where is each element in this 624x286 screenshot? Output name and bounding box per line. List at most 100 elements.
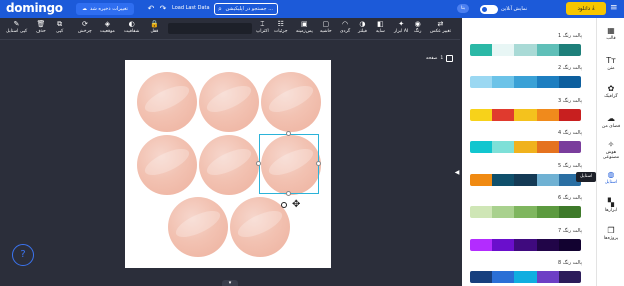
sidebar-item-projects[interactable]: ❐ پروژه‌ها — [597, 226, 624, 241]
palette-swatch[interactable] — [558, 141, 581, 153]
toolbar-item-filter[interactable]: ◑ فیلتر — [358, 19, 367, 39]
toggle-switch[interactable] — [480, 4, 498, 14]
design-page[interactable]: ✥ — [125, 60, 331, 268]
watercolor-circle-image[interactable] — [137, 72, 197, 132]
collapse-panel-icon[interactable]: ◀ — [452, 160, 462, 186]
toolbar-item-details[interactable]: ☷ جزئیات — [274, 19, 287, 39]
palette-4[interactable] — [470, 141, 581, 153]
palette-5[interactable] — [470, 174, 581, 186]
load-last-data-button[interactable]: Load Last Data — [172, 5, 210, 11]
toolbar-item-position[interactable]: ◈ موقعیت — [100, 19, 115, 39]
redo-icon[interactable]: ↷ — [158, 4, 168, 14]
palette-swatch[interactable] — [470, 76, 493, 88]
resize-handle-bottom[interactable] — [286, 191, 291, 196]
sidebar-item-style[interactable]: ◍ استایل — [597, 170, 624, 185]
palette-6[interactable] — [470, 206, 581, 218]
palette-swatch[interactable] — [514, 76, 537, 88]
palette-swatch[interactable] — [492, 76, 515, 88]
watercolor-circle-image[interactable] — [168, 197, 228, 257]
palette-swatch[interactable] — [558, 44, 581, 56]
palette-swatch[interactable] — [536, 109, 559, 121]
canvas-workspace[interactable]: صفحه 1 ✥ — [0, 40, 460, 286]
sidebar-item-graphics[interactable]: ✿ گرافیک — [597, 84, 624, 99]
watercolor-circle-image[interactable] — [261, 72, 321, 132]
toolbar-item-color[interactable]: ◉ رنگ — [414, 19, 421, 39]
toolbar-item-radius[interactable]: ◠ گردی — [340, 19, 350, 39]
palette-swatch[interactable] — [470, 109, 493, 121]
palette-swatch[interactable] — [558, 76, 581, 88]
palette-swatch[interactable] — [514, 44, 537, 56]
palette-swatch[interactable] — [536, 271, 559, 283]
palette-swatch[interactable] — [558, 239, 581, 251]
toolbar-item-ai-tools[interactable]: ✦ ابزار AI — [394, 19, 408, 39]
resize-handle-left[interactable] — [256, 161, 261, 166]
toolbar-item-copy[interactable]: ⧉ کپی — [56, 19, 63, 39]
palette-swatch[interactable] — [536, 206, 559, 218]
toolbar-item-crop[interactable]: ⌶ اکتراپ — [256, 19, 269, 39]
resize-handle-right[interactable] — [316, 161, 321, 166]
palette-swatch[interactable] — [514, 271, 537, 283]
sidebar-item-ai[interactable]: ✧ هوش مصنوعی — [597, 140, 624, 160]
search-input[interactable]: ⌕ جستجو در اپلیکیشن ... — [214, 3, 278, 15]
coordinate-field[interactable] — [168, 23, 252, 34]
toolbar-item-delete[interactable]: 🗑 حذف — [36, 19, 46, 39]
palette-swatch[interactable] — [470, 206, 493, 218]
watercolor-circle-image[interactable] — [199, 135, 259, 195]
palette-swatch[interactable] — [492, 141, 515, 153]
palette-swatch[interactable] — [558, 271, 581, 283]
palette-swatch[interactable] — [470, 271, 493, 283]
sidebar-item-my-space[interactable]: ☁ فضای من — [597, 114, 624, 129]
menu-icon[interactable]: ≡ — [610, 3, 618, 14]
toolbar-item-change-image[interactable]: ⇄ تغییر عکس — [430, 19, 451, 39]
help-icon[interactable]: ? — [12, 244, 34, 266]
palette-swatch[interactable] — [514, 141, 537, 153]
palette-swatch[interactable] — [492, 239, 515, 251]
palette-swatch[interactable] — [514, 206, 537, 218]
save-status-button[interactable]: ☁ تغییرات ذخیره شد — [76, 3, 134, 15]
page-options-icon[interactable] — [446, 55, 454, 62]
palette-swatch[interactable] — [536, 76, 559, 88]
palette-swatch[interactable] — [492, 174, 515, 186]
palette-swatch[interactable] — [492, 206, 515, 218]
rotate-handle-icon[interactable] — [281, 202, 287, 208]
sidebar-item-tools[interactable]: ▚ ابزارها — [597, 198, 624, 213]
download-button[interactable]: دانلود ⤓ — [566, 2, 606, 15]
palette-swatch[interactable] — [470, 44, 493, 56]
palette-swatch[interactable] — [470, 141, 493, 153]
watercolor-circle-image[interactable] — [199, 72, 259, 132]
palette-3[interactable] — [470, 109, 581, 121]
palette-swatch[interactable] — [558, 206, 581, 218]
toolbar-item-rotate[interactable]: ⟳ چرخش — [78, 19, 92, 39]
palette-swatch[interactable] — [558, 109, 581, 121]
pages-drawer-handle-icon[interactable]: ▾ — [222, 280, 238, 286]
toolbar-item-border[interactable]: ▢ حاشیه — [320, 19, 332, 39]
sidebar-item-templates[interactable]: ▦ قالب — [597, 26, 624, 41]
palette-swatch[interactable] — [536, 239, 559, 251]
toolbar-item-lock[interactable]: 🔒 قفل — [150, 19, 159, 39]
palette-swatch[interactable] — [492, 271, 515, 283]
toolbar-item-copy-style[interactable]: ✎ کپی استایل — [6, 19, 27, 39]
palette-swatch[interactable] — [492, 44, 515, 56]
palette-7[interactable] — [470, 239, 581, 251]
online-preview-toggle[interactable]: نمایش آنلاین — [480, 3, 527, 15]
toolbar-item-background[interactable]: ▣ پس‌زمینه — [296, 19, 313, 39]
palette-swatch[interactable] — [514, 109, 537, 121]
toolbar-item-opacity[interactable]: ◐ شفافیت — [124, 19, 139, 39]
undo-icon[interactable]: ↶ — [146, 4, 156, 14]
palette-swatch[interactable] — [470, 239, 493, 251]
palette-swatch[interactable] — [492, 109, 515, 121]
palette-8[interactable] — [470, 271, 581, 283]
palette-2[interactable] — [470, 76, 581, 88]
resize-handle-top[interactable] — [286, 131, 291, 136]
palette-swatch[interactable] — [536, 141, 559, 153]
palette-swatch[interactable] — [536, 44, 559, 56]
palette-swatch[interactable] — [536, 174, 559, 186]
watercolor-circle-image[interactable] — [137, 135, 197, 195]
palette-swatch[interactable] — [470, 174, 493, 186]
move-handle-icon[interactable]: ✥ — [292, 200, 300, 210]
toolbar-item-shadow[interactable]: ◧ سایه — [376, 19, 385, 39]
palette-swatch[interactable] — [514, 239, 537, 251]
palette-1[interactable] — [470, 44, 581, 56]
palette-swatch[interactable] — [514, 174, 537, 186]
sidebar-item-text[interactable]: Tт متن — [597, 56, 624, 71]
